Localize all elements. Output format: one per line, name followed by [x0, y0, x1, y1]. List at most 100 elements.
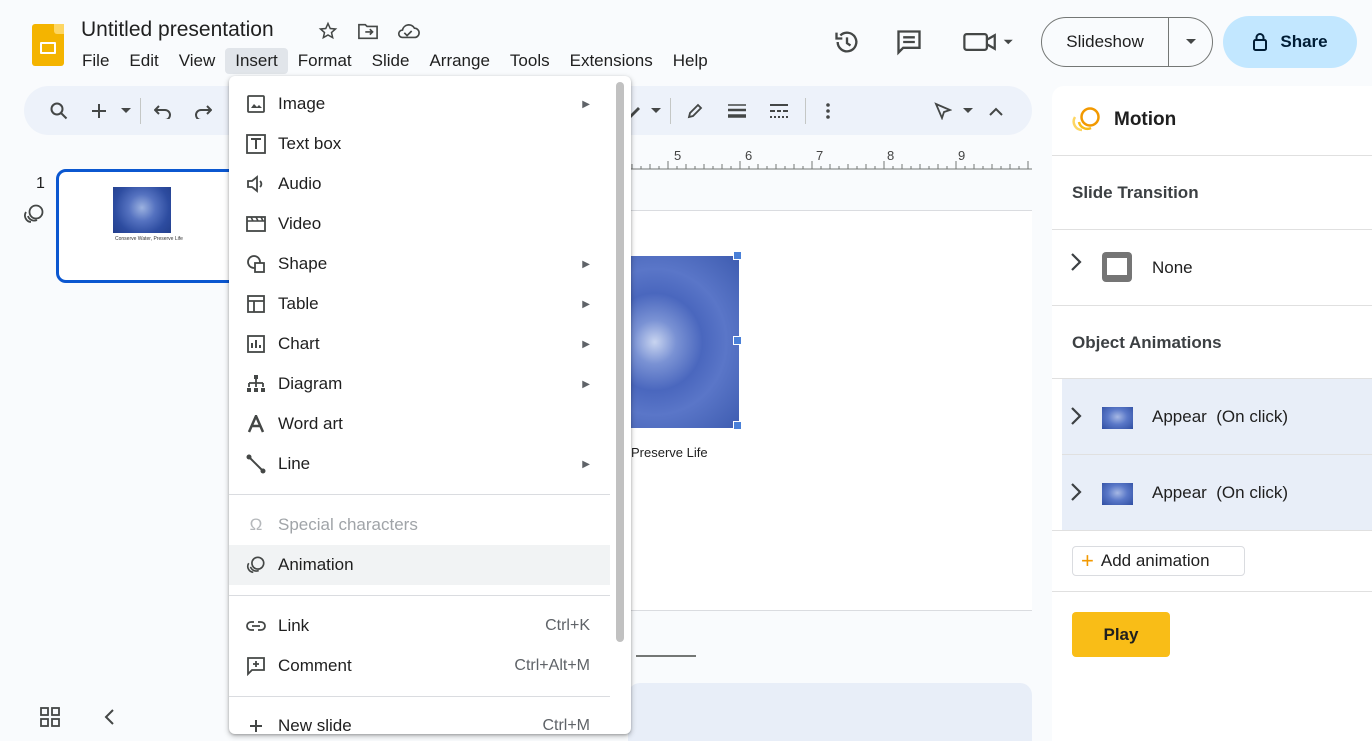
select-cursor-icon[interactable] — [932, 99, 954, 123]
redo-icon[interactable] — [192, 99, 214, 123]
slideshow-label[interactable]: Slideshow — [1042, 18, 1169, 66]
menu-view[interactable]: View — [169, 48, 226, 74]
submenu-arrow-icon: ▶ — [582, 338, 590, 350]
water-drop-image[interactable] — [631, 256, 739, 428]
thumbnail-image — [113, 187, 171, 233]
insert-audio-item[interactable]: Audio — [229, 164, 610, 204]
slides-logo[interactable] — [32, 24, 64, 66]
expand-chevron-icon[interactable] — [1070, 482, 1082, 508]
undo-icon[interactable] — [152, 99, 174, 123]
animation-row[interactable]: Appear (On click) — [1062, 455, 1372, 530]
document-title[interactable]: Untitled presentation — [81, 18, 274, 42]
speaker-notes-area[interactable] — [628, 683, 1032, 741]
cloud-saved-icon[interactable] — [396, 19, 420, 43]
play-button[interactable]: Play — [1072, 612, 1170, 657]
notes-resize-handle[interactable] — [636, 655, 696, 657]
insert-shape-item[interactable]: Shape ▶ — [229, 244, 610, 284]
insert-text-box-item[interactable]: Text box — [229, 124, 610, 164]
slideshow-button[interactable]: Slideshow — [1041, 17, 1213, 67]
insert-table-item[interactable]: Table ▶ — [229, 284, 610, 324]
motion-icon — [23, 203, 45, 230]
line-icon — [245, 453, 267, 475]
table-label: Table — [278, 294, 319, 313]
menu-arrange[interactable]: Arrange — [419, 48, 499, 74]
line-color-dropdown-icon[interactable] — [650, 99, 662, 123]
menu-format[interactable]: Format — [288, 48, 362, 74]
animation-icon — [245, 554, 267, 576]
insert-comment-item[interactable]: Comment Ctrl+Alt+M — [229, 646, 610, 686]
menu-scrollbar[interactable] — [616, 82, 624, 642]
search-menus-icon[interactable] — [48, 99, 70, 123]
object-animations-heading: Object Animations — [1072, 333, 1222, 352]
word-art-label: Word art — [278, 414, 343, 433]
menu-extensions[interactable]: Extensions — [560, 48, 663, 74]
audio-icon — [245, 173, 267, 195]
share-button[interactable]: Share — [1223, 16, 1357, 68]
comments-icon[interactable] — [894, 27, 924, 57]
insert-line-item[interactable]: Line ▶ — [229, 444, 610, 484]
thumbnail-caption: Conserve Water, Preserve Life — [115, 236, 183, 242]
more-options-icon[interactable] — [820, 99, 836, 123]
menu-tools[interactable]: Tools — [500, 48, 560, 74]
pencil-icon[interactable] — [684, 99, 706, 123]
version-history-icon[interactable] — [832, 27, 862, 57]
insert-chart-item[interactable]: Chart ▶ — [229, 324, 610, 364]
comment-shortcut: Ctrl+Alt+M — [514, 657, 590, 674]
insert-animation-item[interactable]: Animation — [229, 545, 610, 585]
image-label: Image — [278, 94, 326, 113]
insert-diagram-item[interactable]: Diagram ▶ — [229, 364, 610, 404]
submenu-arrow-icon: ▶ — [582, 98, 590, 110]
slide-caption-text[interactable]: Preserve Life — [631, 445, 708, 460]
collapse-toolbar-icon[interactable] — [986, 99, 1006, 123]
slide-transition-row[interactable]: None — [1052, 230, 1372, 305]
menu-insert[interactable]: Insert — [225, 48, 288, 74]
new-slide-label: New slide — [278, 716, 352, 734]
star-icon[interactable] — [316, 19, 340, 43]
text-box-label: Text box — [278, 134, 342, 153]
grid-view-icon[interactable] — [40, 707, 60, 732]
add-plus-icon: + — [1081, 548, 1094, 573]
insert-new-slide-item[interactable]: New slide Ctrl+M — [229, 706, 610, 734]
motion-panel-title: Motion — [1114, 109, 1177, 130]
insert-menu-dropdown: Image ▶ Text box Audio Video Shape ▶ Tab… — [229, 76, 631, 734]
resize-handle[interactable] — [733, 251, 742, 260]
new-slide-plus-icon[interactable] — [90, 99, 108, 123]
slide-transition-heading: Slide Transition — [1072, 183, 1199, 202]
line-weight-icon[interactable] — [726, 99, 748, 123]
select-dropdown-icon[interactable] — [962, 99, 974, 123]
slide-thumbnail[interactable]: Conserve Water, Preserve Life — [56, 169, 256, 283]
expand-chevron-icon[interactable] — [1070, 252, 1082, 278]
menu-slide[interactable]: Slide — [362, 48, 420, 74]
diagram-label: Diagram — [278, 374, 343, 393]
line-label: Line — [278, 454, 311, 473]
animation-label: Appear (On click) — [1152, 407, 1289, 426]
plus-icon — [245, 715, 267, 734]
insert-word-art-item[interactable]: Word art — [229, 404, 610, 444]
insert-video-item[interactable]: Video — [229, 204, 610, 244]
insert-link-item[interactable]: Link Ctrl+K — [229, 606, 610, 646]
meet-camera-icon[interactable] — [960, 27, 1016, 57]
add-animation-label: Add animation — [1100, 551, 1210, 570]
submenu-arrow-icon: ▶ — [582, 258, 590, 270]
add-animation-button[interactable]: + Add animation — [1072, 546, 1245, 576]
link-label: Link — [278, 616, 310, 635]
animation-row[interactable]: Appear (On click) — [1062, 379, 1372, 454]
menu-help[interactable]: Help — [663, 48, 718, 74]
resize-handle[interactable] — [733, 421, 742, 430]
menu-edit[interactable]: Edit — [119, 48, 168, 74]
move-folder-icon[interactable] — [356, 19, 380, 43]
expand-chevron-icon[interactable] — [1070, 406, 1082, 432]
chart-label: Chart — [278, 334, 320, 353]
resize-handle[interactable] — [733, 336, 742, 345]
collapse-filmstrip-icon[interactable] — [103, 708, 115, 731]
new-slide-dropdown-icon[interactable] — [120, 99, 132, 123]
link-shortcut: Ctrl+K — [545, 617, 590, 634]
menu-file[interactable]: File — [72, 48, 119, 74]
line-dash-icon[interactable] — [768, 99, 790, 123]
submenu-arrow-icon: ▶ — [582, 378, 590, 390]
ruler-number: 9 — [958, 148, 966, 163]
slideshow-dropdown-icon[interactable] — [1169, 18, 1212, 66]
insert-image-item[interactable]: Image ▶ — [229, 84, 610, 124]
submenu-arrow-icon: ▶ — [582, 298, 590, 310]
shape-label: Shape — [278, 254, 328, 273]
